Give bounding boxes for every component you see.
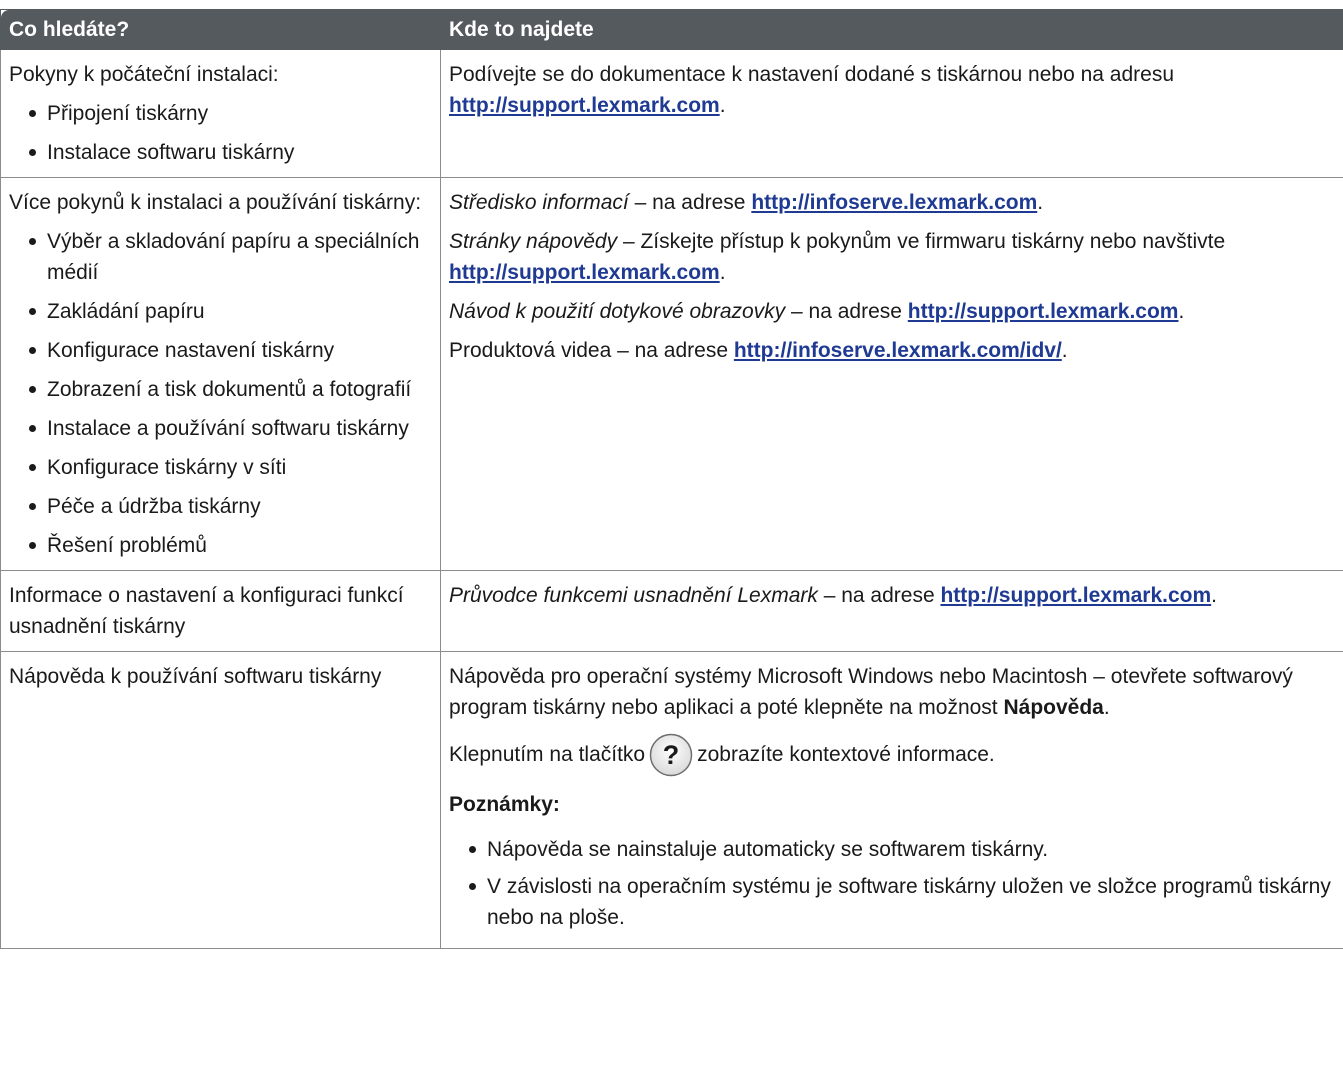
table-row: Nápověda k používání softwaru tiskárny N… <box>0 650 1343 950</box>
support-link[interactable]: http://support.lexmark.com <box>449 261 720 284</box>
notes-title: Poznámky: <box>449 793 560 817</box>
list-item: Péče a údržba tiskárny <box>29 491 432 522</box>
where-text: Stránky nápovědy – Získejte přístup k po… <box>449 230 1226 284</box>
topic-text: Více pokynů k instalaci a používání tisk… <box>9 191 422 214</box>
table-row: Pokyny k počáteční instalaci: Připojení … <box>0 49 1343 178</box>
list-item: V závislosti na operačním systému je sof… <box>469 871 1343 933</box>
where-text: Průvodce funkcemi usnadnění Lexmark – na… <box>449 584 1218 607</box>
topic-cell: Nápověda k používání softwaru tiskárny <box>0 650 441 950</box>
infoserve-link[interactable]: http://infoserve.lexmark.com <box>751 191 1037 214</box>
where-cell: Podívejte se do dokumentace k nastavení … <box>440 49 1343 178</box>
question-mark-icon: ? <box>649 733 693 777</box>
list-item: Zakládání papíru <box>29 296 432 327</box>
support-link[interactable]: http://support.lexmark.com <box>449 94 720 117</box>
where-cell: Středisko informací – na adrese http://i… <box>440 177 1343 571</box>
where-text: Nápověda pro operační systémy Microsoft … <box>449 665 1293 719</box>
where-text: Produktová videa – na adrese http://info… <box>449 339 1068 362</box>
where-text: Návod k použití dotykové obrazovky – na … <box>449 300 1185 323</box>
list-item: Výběr a skladování papíru a speciálních … <box>29 226 432 288</box>
list-item: Řešení problémů <box>29 530 432 561</box>
table-header-row: Co hledáte? Kde to najdete <box>0 9 1343 50</box>
list-item: Nápověda se nainstaluje automaticky se s… <box>469 834 1343 865</box>
table-row: Více pokynů k instalaci a používání tisk… <box>0 177 1343 571</box>
help-line: Klepnutím na tlačítko? zobrazíte kontexto… <box>449 733 1343 777</box>
where-text: Středisko informací – na adrese http://i… <box>449 191 1044 214</box>
where-cell: Průvodce funkcemi usnadnění Lexmark – na… <box>440 570 1343 652</box>
topic-cell: Pokyny k počáteční instalaci: Připojení … <box>0 49 441 178</box>
list-item: Konfigurace tiskárny v síti <box>29 452 432 483</box>
notes-list: Nápověda se nainstaluje automaticky se s… <box>449 834 1343 933</box>
topic-text: Informace o nastavení a konfiguraci funk… <box>9 584 404 638</box>
list-item: Připojení tiskárny <box>29 98 432 129</box>
header-where: Kde to najdete <box>440 9 1343 50</box>
topic-cell: Informace o nastavení a konfiguraci funk… <box>0 570 441 652</box>
topic-text: Pokyny k počáteční instalaci: <box>9 63 279 86</box>
info-table: Co hledáte? Kde to najdete Pokyny k počá… <box>0 9 1343 950</box>
header-what: Co hledáte? <box>0 9 441 50</box>
where-cell: Nápověda pro operační systémy Microsoft … <box>440 650 1343 950</box>
list-item: Zobrazení a tisk dokumentů a fotografií <box>29 374 432 405</box>
support-link[interactable]: http://support.lexmark.com <box>908 300 1179 323</box>
topic-list: Výběr a skladování papíru a speciálních … <box>9 226 432 561</box>
list-item: Instalace softwaru tiskárny <box>29 137 432 168</box>
svg-text:?: ? <box>663 740 680 770</box>
list-item: Instalace a používání softwaru tiskárny <box>29 413 432 444</box>
support-link[interactable]: http://support.lexmark.com <box>940 584 1211 607</box>
topic-list: Připojení tiskárny Instalace softwaru ti… <box>9 98 432 168</box>
videos-link[interactable]: http://infoserve.lexmark.com/idv/ <box>734 339 1062 362</box>
table-row: Informace o nastavení a konfiguraci funk… <box>0 570 1343 652</box>
list-item: Konfigurace nastavení tiskárny <box>29 335 432 366</box>
topic-text: Nápověda k používání softwaru tiskárny <box>9 665 382 688</box>
topic-cell: Více pokynů k instalaci a používání tisk… <box>0 177 441 571</box>
where-text: Podívejte se do dokumentace k nastavení … <box>449 63 1174 117</box>
